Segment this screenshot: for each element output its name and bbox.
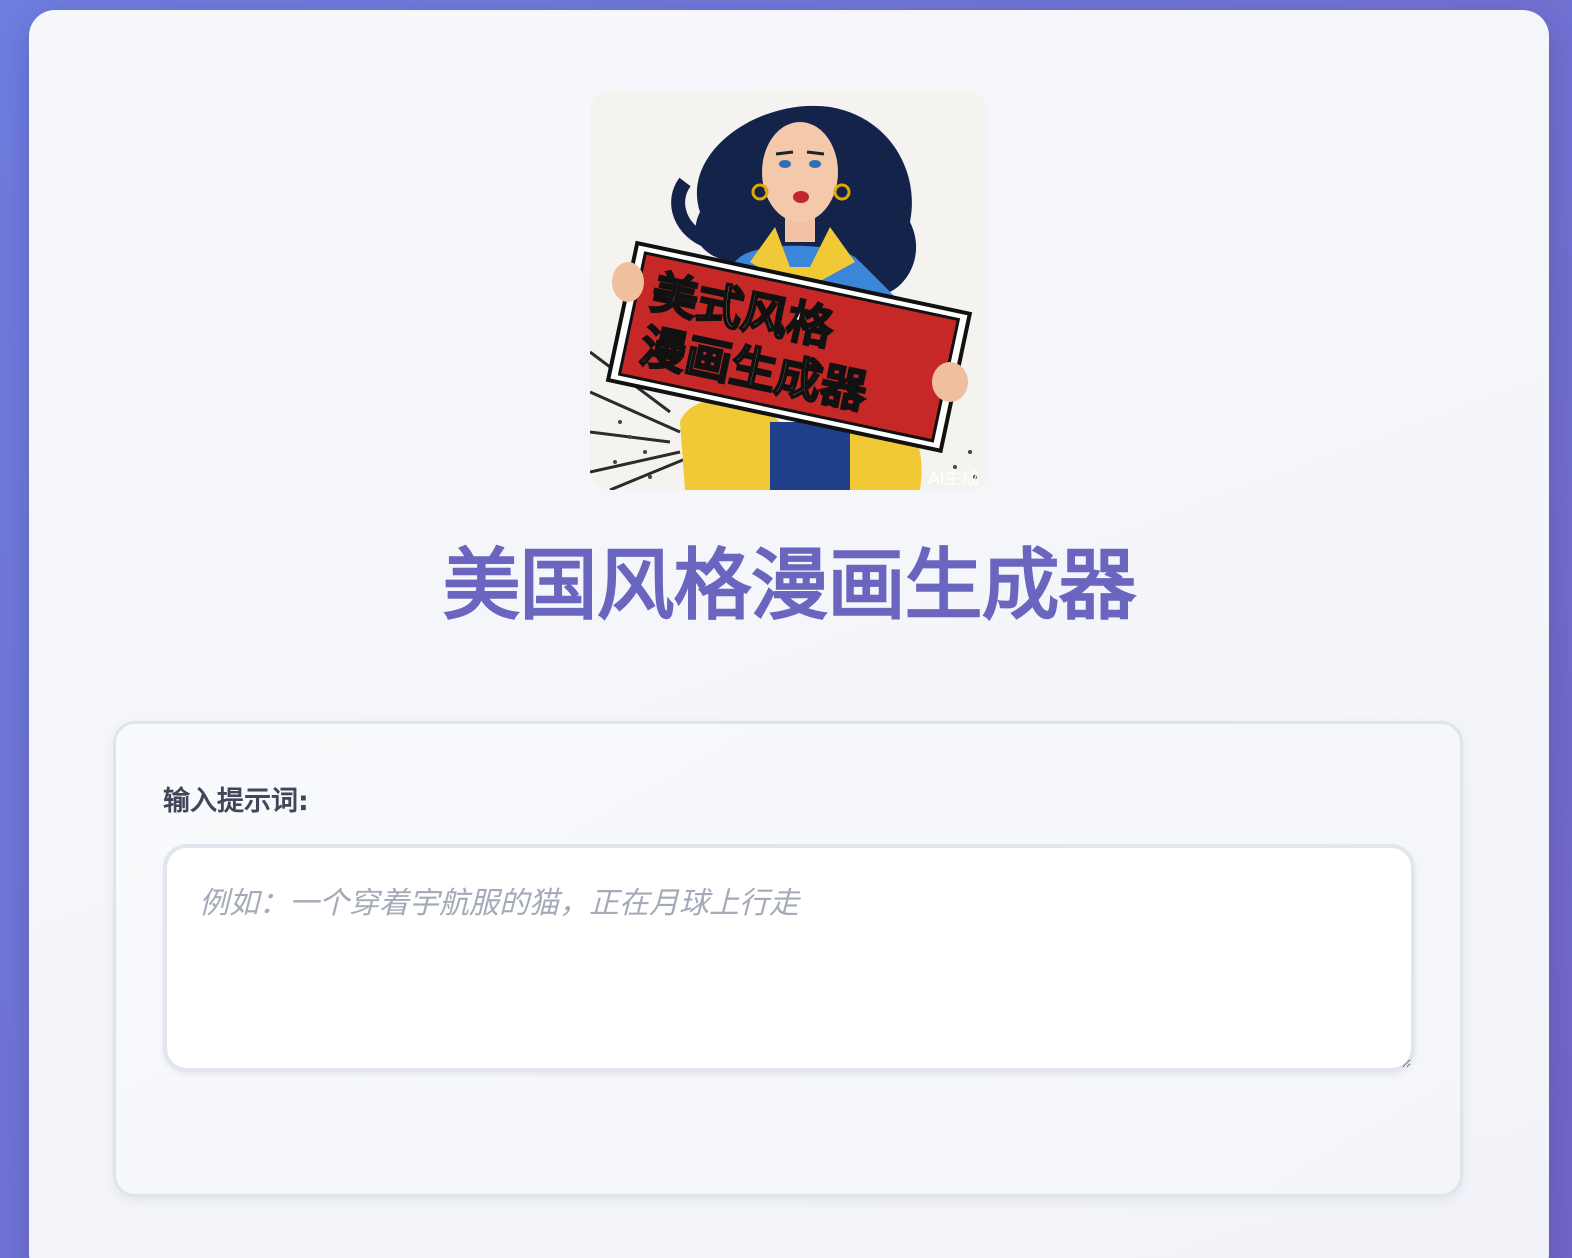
prompt-input[interactable] — [163, 844, 1415, 1072]
prompt-label: 输入提示词: — [163, 786, 309, 817]
comic-logo-image: 美式风格 漫画生成器 AI生成 — [590, 92, 988, 490]
prompt-card: 输入提示词: — [113, 721, 1463, 1197]
main-container: 美式风格 漫画生成器 AI生成 美国风格漫画生成器 输入提示词: — [29, 10, 1549, 1258]
watermark-text: AI生成 — [928, 469, 979, 489]
page-title: 美国风格漫画生成器 — [442, 541, 1136, 631]
